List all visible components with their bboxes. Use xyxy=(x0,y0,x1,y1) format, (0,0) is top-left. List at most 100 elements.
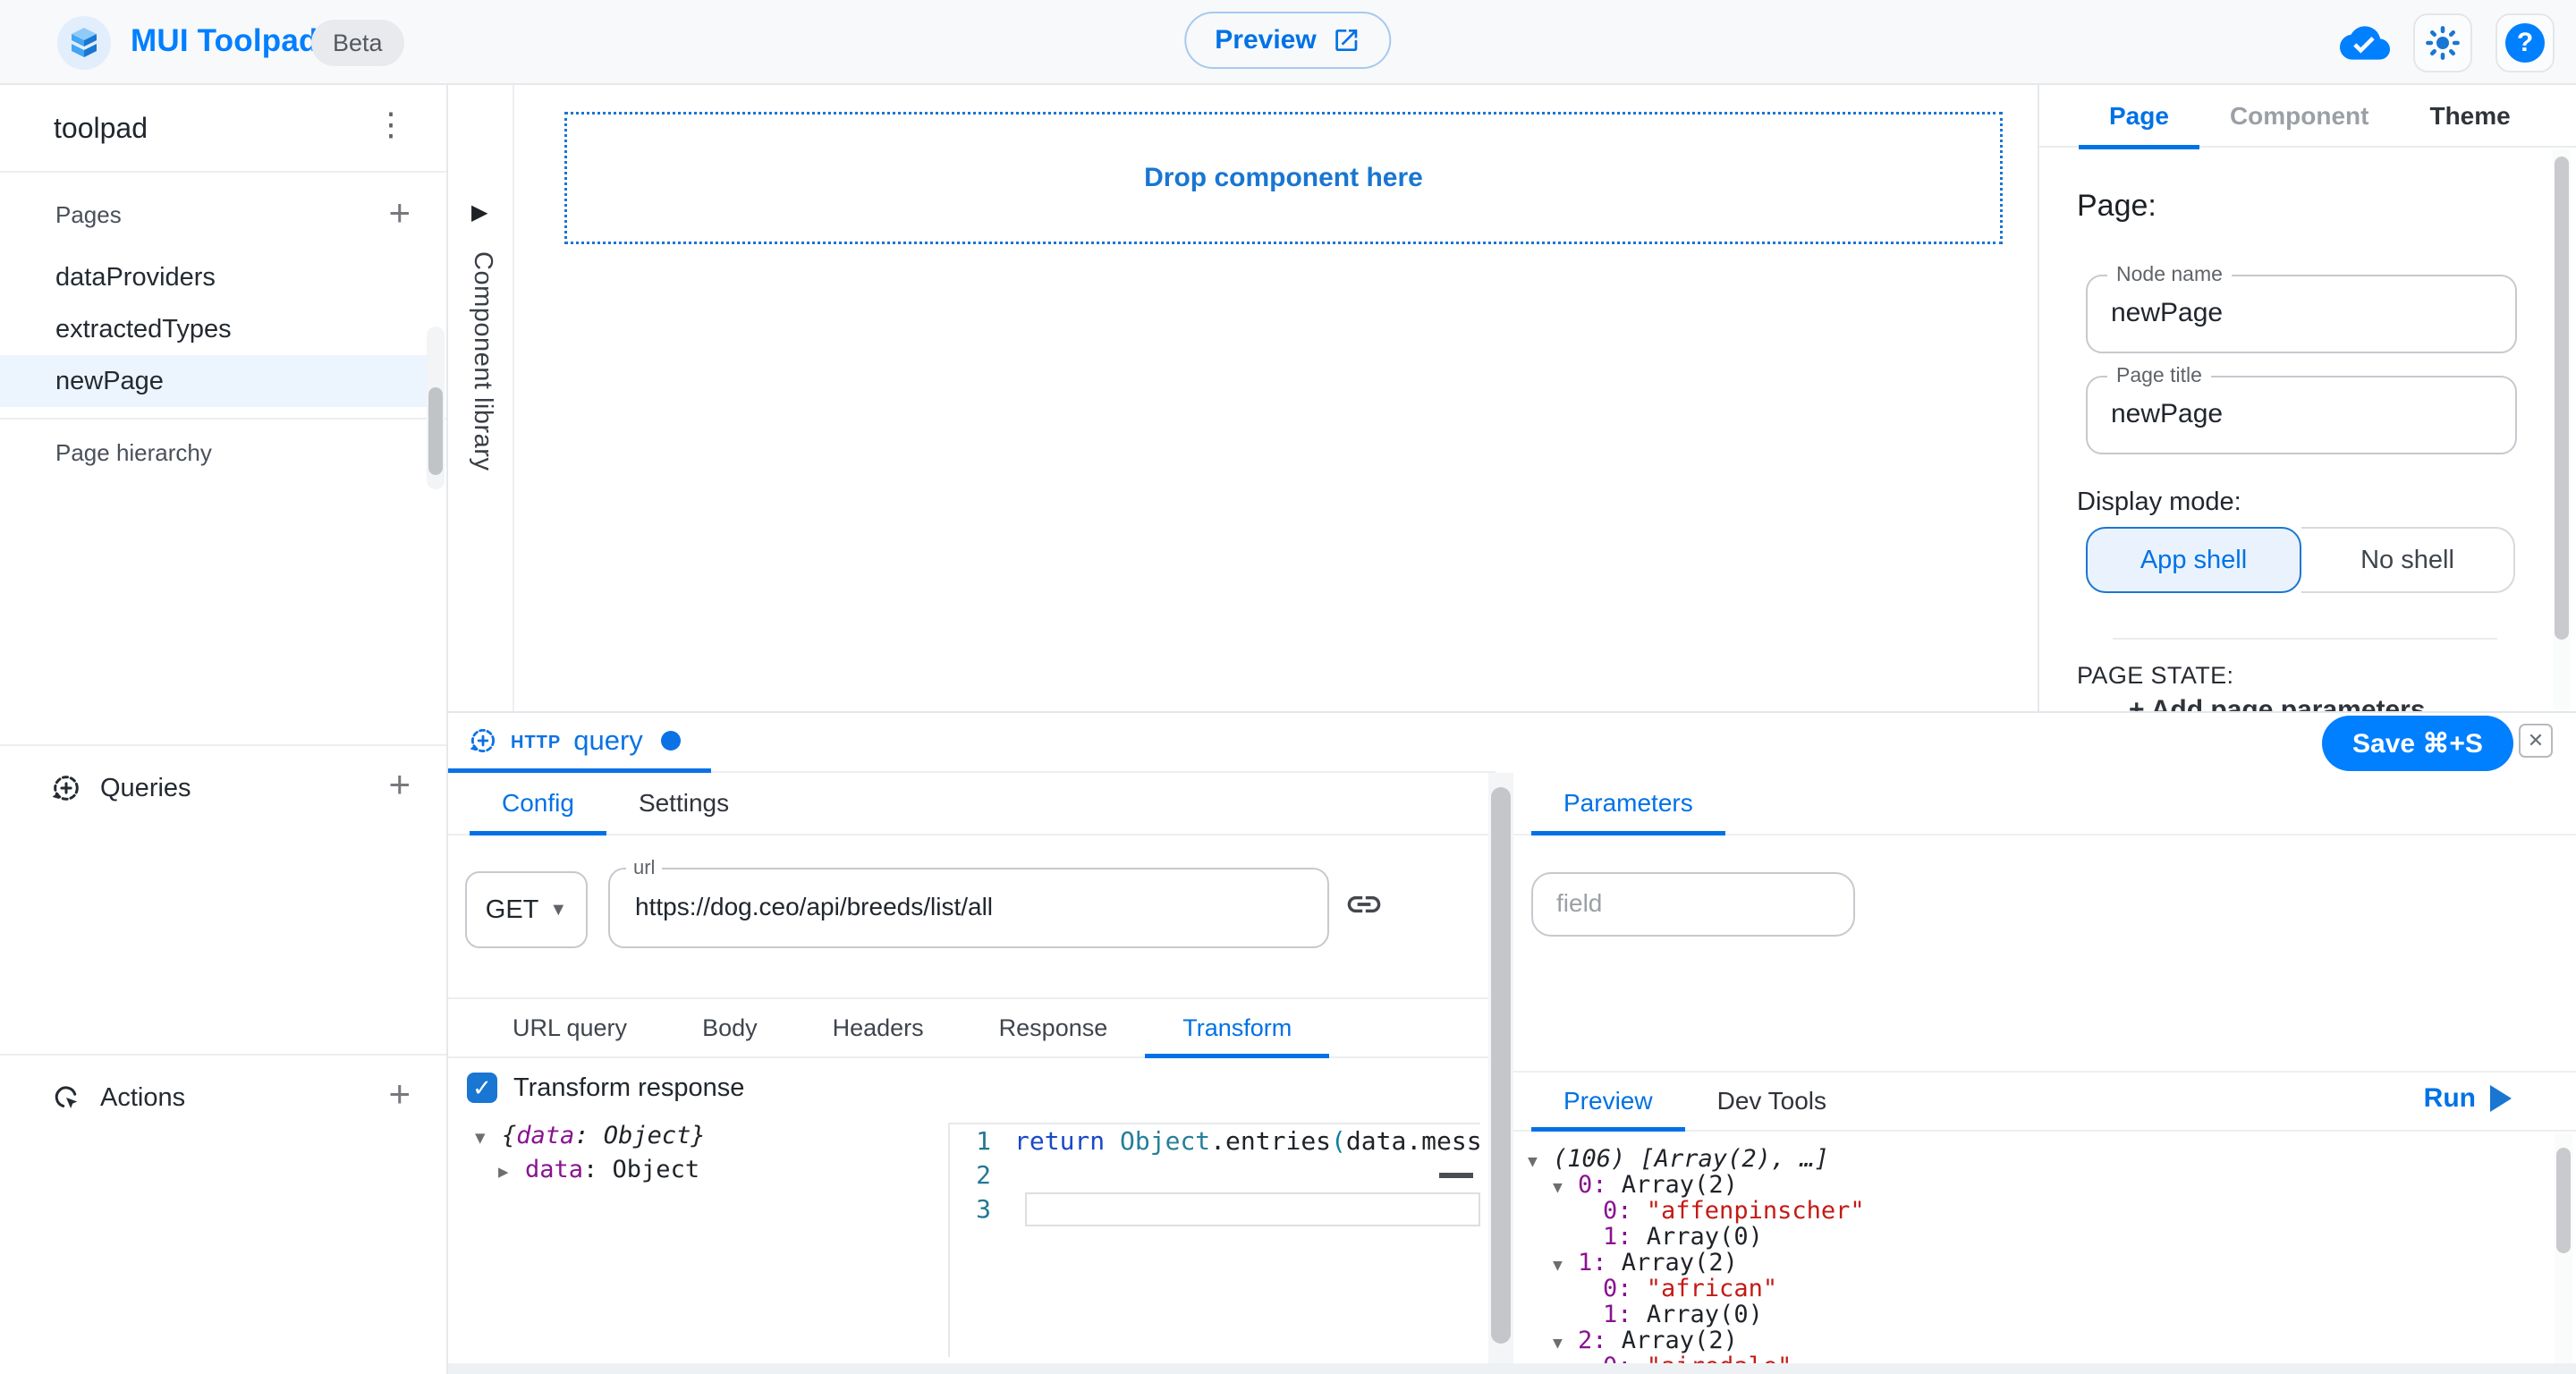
run-play-icon xyxy=(2490,1085,2512,1112)
chevron-right-icon: ▶ xyxy=(471,199,487,225)
page-item-label: newPage xyxy=(55,367,164,396)
add-page-parameters-label: Add page parameters xyxy=(2151,695,2426,711)
page-item-newpage[interactable]: newPage xyxy=(0,355,432,407)
node-name-field[interactable]: Node name newPage xyxy=(2086,275,2517,353)
query-editor-panel: HTTP query Save ⌘+S ✕ Config Settings GE… xyxy=(448,711,2576,1374)
link-icon[interactable] xyxy=(1344,885,1384,924)
tab-label: Parameters xyxy=(1563,789,1693,818)
tab-theme[interactable]: Theme xyxy=(2399,85,2540,148)
project-menu-button[interactable]: ⋮ xyxy=(375,108,407,140)
tab-label: Theme xyxy=(2429,102,2510,131)
display-mode-label: Display mode: xyxy=(2077,488,2241,517)
scope-tree-child[interactable]: ▶data: Object xyxy=(475,1154,706,1188)
page-item-dataproviders[interactable]: dataProviders xyxy=(0,251,432,303)
json-tree-row[interactable]: 0: "affenpinscher" xyxy=(1528,1198,1865,1224)
tab-label: URL query xyxy=(513,1014,627,1042)
tab-settings[interactable]: Settings xyxy=(606,773,761,834)
add-query-button[interactable]: + xyxy=(388,766,411,803)
http-method-select[interactable]: GET ▼ xyxy=(465,871,588,948)
theme-toggle-button[interactable] xyxy=(2413,13,2472,72)
toggle-app-shell[interactable]: App shell xyxy=(2086,527,2301,593)
app-header: MUI Toolpad Beta Preview ? xyxy=(0,0,2576,85)
node-name-value: newPage xyxy=(2111,298,2223,328)
json-tree-row[interactable]: 1: Array(0) xyxy=(1528,1302,1865,1327)
preview-button-label: Preview xyxy=(1215,25,1316,55)
queries-label: Queries xyxy=(100,774,191,803)
actions-icon xyxy=(50,1081,82,1114)
run-button[interactable]: Run xyxy=(2424,1083,2512,1114)
query-editor-tab[interactable]: HTTP query xyxy=(448,713,711,773)
tab-transform[interactable]: Transform xyxy=(1145,999,1329,1056)
inspector-scrollbar-thumb[interactable] xyxy=(2555,157,2569,640)
tab-label: Transform xyxy=(1182,1014,1292,1042)
explorer-sidebar: toolpad ⋮ Pages + dataProviders extracte… xyxy=(0,85,448,1374)
json-tree-row[interactable]: ▼2: Array(2) xyxy=(1528,1327,1865,1353)
line-number: 2 xyxy=(950,1158,1014,1192)
tab-parameters[interactable]: Parameters xyxy=(1531,773,1725,834)
tab-config[interactable]: Config xyxy=(470,773,606,834)
scope-tree: ▼{data: Object} ▶data: Object xyxy=(475,1120,706,1188)
toggle-label: No shell xyxy=(2360,546,2454,575)
tab-component[interactable]: Component xyxy=(2199,85,2400,148)
code-line: 3 xyxy=(950,1192,1480,1226)
result-tree-scrollbar-thumb[interactable] xyxy=(2556,1148,2571,1253)
inspector-heading: Page: xyxy=(2077,189,2157,224)
json-tree-row[interactable]: 0: "african" xyxy=(1528,1276,1865,1302)
node-name-label: Node name xyxy=(2107,262,2232,286)
tab-label: Headers xyxy=(833,1014,924,1042)
tab-page[interactable]: Page xyxy=(2079,85,2199,148)
url-field[interactable]: url https://dog.ceo/api/breeds/list/all xyxy=(608,868,1329,948)
add-page-parameters-button[interactable]: + Add page parameters xyxy=(2129,695,2504,711)
tab-body[interactable]: Body xyxy=(665,999,795,1056)
json-tree-row[interactable]: 1: Array(0) xyxy=(1528,1224,1865,1250)
parameter-field xyxy=(1531,872,1855,937)
transform-code-editor[interactable]: 1 return Object.entries(data.messag 2 3 xyxy=(948,1123,1480,1357)
toggle-no-shell[interactable]: No shell xyxy=(2301,527,2515,593)
line-number: 1 xyxy=(950,1124,1014,1158)
tab-preview[interactable]: Preview xyxy=(1531,1073,1685,1130)
query-panel-scrollbar[interactable] xyxy=(1488,773,1513,1374)
tab-label: Config xyxy=(502,789,574,818)
page-state-label: PAGE STATE: xyxy=(2077,662,2233,690)
tab-url-query[interactable]: URL query xyxy=(475,999,665,1056)
pages-section-label: Pages xyxy=(55,201,122,229)
scope-tree-root[interactable]: ▼{data: Object} xyxy=(475,1120,706,1154)
add-action-button[interactable]: + xyxy=(388,1075,411,1113)
parameter-input[interactable] xyxy=(1556,883,1825,924)
url-field-label: url xyxy=(626,856,662,879)
help-button[interactable]: ? xyxy=(2496,13,2555,72)
cloud-done-icon xyxy=(2340,18,2390,68)
tab-label: Preview xyxy=(1563,1087,1653,1115)
component-library-panel[interactable]: ▶ Component library xyxy=(448,85,514,711)
tab-response[interactable]: Response xyxy=(962,999,1146,1056)
horizontal-scrollbar-track[interactable] xyxy=(448,1363,2576,1374)
tree-key: data xyxy=(525,1156,583,1183)
tab-label: Body xyxy=(702,1014,758,1042)
json-tree-row[interactable]: ▼(106) [Array(2), …] xyxy=(1528,1146,1865,1172)
result-tree-scrollbar[interactable] xyxy=(2555,1133,2572,1370)
transform-response-label: Transform response xyxy=(513,1073,744,1103)
tab-headers[interactable]: Headers xyxy=(795,999,962,1056)
drop-zone[interactable]: Drop component here xyxy=(564,112,2003,244)
query-panel-scrollbar-thumb[interactable] xyxy=(1491,787,1511,1344)
run-button-label: Run xyxy=(2424,1083,2476,1114)
page-item-extractedtypes[interactable]: extractedTypes xyxy=(0,303,432,355)
tab-dev-tools[interactable]: Dev Tools xyxy=(1685,1073,1859,1130)
tab-label: Component xyxy=(2230,102,2369,131)
json-tree-row[interactable]: ▼0: Array(2) xyxy=(1528,1172,1865,1198)
query-tab-label: query xyxy=(573,725,643,757)
transform-response-checkbox[interactable]: ✓ xyxy=(467,1073,497,1103)
page-title-label: Page title xyxy=(2107,363,2211,387)
tab-label: Response xyxy=(999,1014,1108,1042)
add-page-button[interactable]: + xyxy=(388,194,411,232)
json-tree-row[interactable]: ▼1: Array(2) xyxy=(1528,1250,1865,1276)
page-item-label: dataProviders xyxy=(55,263,216,293)
sun-icon xyxy=(2424,24,2462,62)
inspector-scrollbar[interactable] xyxy=(2553,149,2571,709)
queries-icon xyxy=(50,772,82,804)
page-item-label: extractedTypes xyxy=(55,315,232,344)
expanded-caret-icon: ▼ xyxy=(1528,1149,1553,1175)
collapsed-caret-icon: ▶ xyxy=(498,1156,525,1188)
page-title-field[interactable]: Page title newPage xyxy=(2086,376,2517,454)
preview-button[interactable]: Preview xyxy=(1184,12,1391,69)
